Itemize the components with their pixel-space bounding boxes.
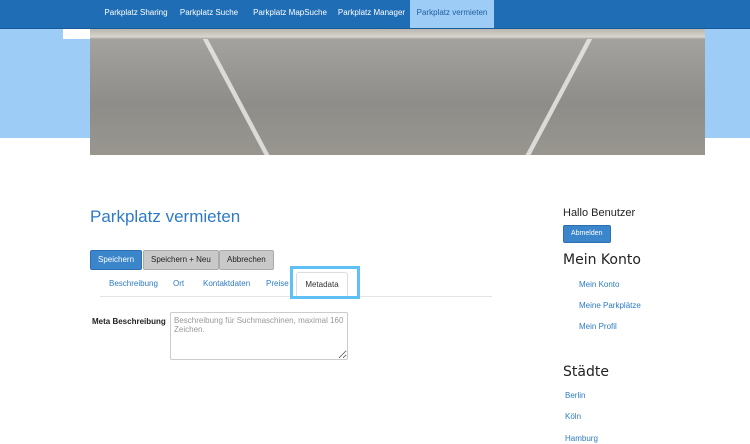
tab-kontaktdaten[interactable]: Kontaktdaten (203, 279, 250, 288)
save-button[interactable]: Speichern (90, 250, 143, 270)
nav-parkplatz-sharing[interactable]: Parkplatz Sharing (96, 0, 176, 28)
nav-parkplatz-suche[interactable]: Parkplatz Suche (174, 0, 244, 28)
meta-description-label: Meta Beschreibung (92, 317, 166, 326)
parking-lot-banner-image (90, 29, 705, 155)
header-cap (63, 29, 90, 39)
tab-preise[interactable]: Preise (266, 279, 289, 288)
nav-parkplatz-vermieten[interactable]: Parkplatz vermieten (410, 0, 494, 28)
parking-line (202, 39, 283, 155)
nav-parkplatz-manager[interactable]: Parkplatz Manager (333, 0, 410, 28)
page-title: Parkplatz vermieten (90, 207, 241, 226)
link-meine-parkplaetze[interactable]: Meine Parkplätze (579, 301, 641, 310)
link-mein-profil[interactable]: Mein Profil (579, 322, 617, 331)
link-hamburg[interactable]: Hamburg (565, 434, 598, 443)
nav-parkplatz-mapsuche[interactable]: Parkplatz MapSuche (246, 0, 334, 28)
save-new-button[interactable]: Speichern + Neu (143, 250, 219, 270)
tab-ort[interactable]: Ort (173, 279, 184, 288)
parking-line (512, 39, 593, 155)
greeting: Hallo Benutzer (563, 207, 636, 219)
tab-highlight (290, 266, 360, 299)
link-koeln[interactable]: Köln (565, 412, 581, 421)
link-berlin[interactable]: Berlin (565, 391, 585, 400)
cities-heading: Städte (563, 364, 609, 380)
cancel-button[interactable]: Abbrechen (219, 250, 274, 270)
tab-beschreibung[interactable]: Beschreibung (109, 279, 158, 288)
meta-description-input[interactable] (170, 312, 348, 360)
account-heading: Mein Konto (563, 252, 641, 268)
link-mein-konto[interactable]: Mein Konto (579, 280, 619, 289)
logout-button[interactable]: Abmelden (563, 225, 611, 243)
top-navbar: Parkplatz Sharing Parkplatz Suche Parkpl… (0, 0, 750, 29)
